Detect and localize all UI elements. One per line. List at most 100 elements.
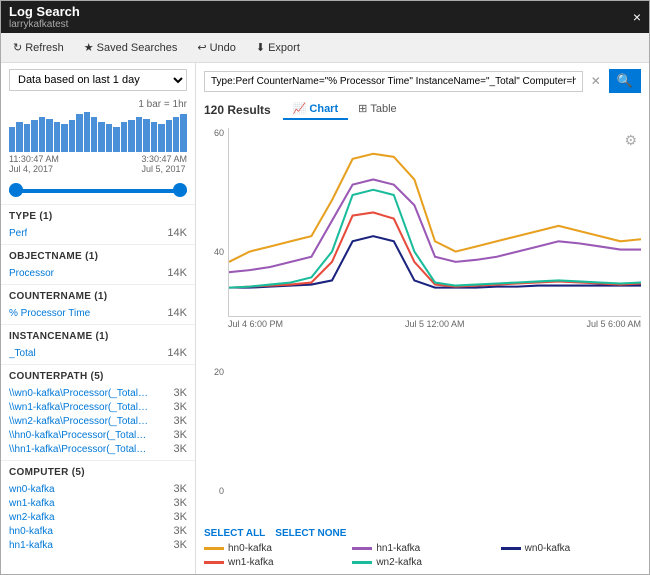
histogram-bar <box>128 120 134 152</box>
facet-name: Perf <box>9 228 27 239</box>
facet-title: TYPE (1) <box>9 211 187 222</box>
saved-searches-button[interactable]: ★ Saved Searches <box>80 39 182 56</box>
facet-title: OBJECTNAME (1) <box>9 251 187 262</box>
legend-controls: SELECT ALL SELECT NONE <box>204 528 641 539</box>
histogram-bar <box>24 124 30 152</box>
histogram-bar <box>158 124 164 152</box>
x-label-1: Jul 4 6:00 PM <box>228 319 283 329</box>
histogram-bar <box>84 112 90 152</box>
refresh-icon: ↻ <box>13 41 22 54</box>
histogram-bar <box>61 124 67 152</box>
y-axis-labels: 60 40 20 0 <box>204 128 224 500</box>
search-bar: ✕ 🔍 <box>204 69 641 93</box>
tab-chart[interactable]: 📈 Chart <box>283 99 348 120</box>
histogram-bar <box>39 117 45 152</box>
facet-count: 3K <box>174 429 187 441</box>
search-button[interactable]: 🔍 <box>609 69 641 93</box>
close-button[interactable]: × <box>633 9 641 25</box>
select-none-button[interactable]: SELECT NONE <box>275 528 346 539</box>
facet-name: \\hn1-kafka\Processor(_Total)\% Processo… <box>9 444 149 455</box>
title-bar: Log Search larrykafkatest × <box>1 1 649 33</box>
histogram-bar <box>136 117 142 152</box>
facet-row[interactable]: \\wn1-kafka\Processor(_Total)\% Processo… <box>9 400 187 414</box>
facet-row[interactable]: % Processor Time14K <box>9 306 187 320</box>
facet-count: 3K <box>174 525 187 537</box>
facet-count: 3K <box>174 401 187 413</box>
slider-handle-left[interactable] <box>9 183 23 197</box>
time-filter[interactable]: Data based on last 1 day <box>9 69 187 91</box>
time-slider[interactable] <box>9 182 187 200</box>
search-input[interactable] <box>204 71 583 92</box>
legend-item-label: wn1-kafka <box>228 557 274 568</box>
facet-row[interactable]: \\wn0-kafka\Processor(_Total)\% Processo… <box>9 386 187 400</box>
facet-row[interactable]: Processor14K <box>9 266 187 280</box>
histogram-bar <box>9 127 15 152</box>
facet-count: 3K <box>174 443 187 455</box>
histogram-bar <box>46 119 52 152</box>
undo-button[interactable]: ↩ Undo <box>193 39 240 56</box>
histogram-bar <box>173 117 179 152</box>
histogram-bar <box>143 119 149 152</box>
histogram-bar <box>16 122 22 152</box>
facet-count: 3K <box>174 415 187 427</box>
histogram-bar <box>151 122 157 152</box>
time-filter-select[interactable]: Data based on last 1 day <box>9 69 187 91</box>
table-icon: ⊞ <box>358 102 367 115</box>
legend-color-swatch <box>501 547 521 550</box>
tab-table[interactable]: ⊞ Table <box>348 99 407 120</box>
histogram-bar <box>121 122 127 152</box>
facets-container: TYPE (1)Perf14KOBJECTNAME (1)Processor14… <box>1 204 195 556</box>
facet-row[interactable]: _Total14K <box>9 346 187 360</box>
facet-title: COMPUTER (5) <box>9 467 187 478</box>
facet-name: Processor <box>9 268 54 279</box>
facet-count: 14K <box>167 227 187 239</box>
histogram-bar <box>98 122 104 152</box>
legend-color-swatch <box>204 561 224 564</box>
facet-title: COUNTERPATH (5) <box>9 371 187 382</box>
date-end: 3:30:47 AMJul 5, 2017 <box>141 154 187 174</box>
facet-name: wn0-kafka <box>9 484 55 495</box>
facet-count: 3K <box>174 387 187 399</box>
slider-handle-right[interactable] <box>173 183 187 197</box>
legend-item[interactable]: hn0-kafka <box>204 543 344 554</box>
facet-row[interactable]: Perf 14K <box>9 226 187 240</box>
facet-row[interactable]: wn1-kafka3K <box>9 496 187 510</box>
facet-section: COUNTERNAME (1)% Processor Time14K <box>1 284 195 324</box>
facet-section: INSTANCENAME (1)_Total14K <box>1 324 195 364</box>
facet-count: 14K <box>167 307 187 319</box>
facet-row[interactable]: \\hn0-kafka\Processor(_Total)\% Processo… <box>9 428 187 442</box>
histogram-bar <box>31 120 37 152</box>
y-label-0: 0 <box>204 486 224 496</box>
x-label-3: Jul 5 6:00 AM <box>586 319 641 329</box>
facet-name: \\hn0-kafka\Processor(_Total)\% Processo… <box>9 430 149 441</box>
legend-color-swatch <box>352 547 372 550</box>
facet-section: COUNTERPATH (5) \\wn0-kafka\Processor(_To… <box>1 364 195 460</box>
legend-item[interactable]: wn0-kafka <box>501 543 641 554</box>
view-tabs: 📈 Chart ⊞ Table <box>283 99 407 120</box>
chart-icon: 📈 <box>293 102 307 115</box>
clear-search-button[interactable]: ✕ <box>587 74 605 88</box>
chart-settings-button[interactable]: ⚙ <box>624 132 637 149</box>
facet-row[interactable]: hn1-kafka3K <box>9 538 187 552</box>
legend-item-label: wn0-kafka <box>525 543 571 554</box>
results-count: 120 Results <box>204 103 271 117</box>
facet-row[interactable]: hn0-kafka3K <box>9 524 187 538</box>
histogram-bar <box>54 122 60 152</box>
legend-item[interactable]: wn2-kafka <box>352 557 492 568</box>
export-button[interactable]: ⬇ Export <box>252 39 304 56</box>
date-start: 11:30:47 AMJul 4, 2017 <box>9 154 59 174</box>
legend-item[interactable]: hn1-kafka <box>352 543 492 554</box>
facet-row[interactable]: \\hn1-kafka\Processor(_Total)\% Processo… <box>9 442 187 456</box>
results-header: 120 Results 📈 Chart ⊞ Table <box>196 97 649 124</box>
select-all-button[interactable]: SELECT ALL <box>204 528 265 539</box>
facet-row[interactable]: wn0-kafka3K <box>9 482 187 496</box>
legend-item-label: hn1-kafka <box>376 543 420 554</box>
toolbar: ↻ Refresh ★ Saved Searches ↩ Undo ⬇ Expo… <box>1 33 649 63</box>
main-window: Log Search larrykafkatest × ↻ Refresh ★ … <box>0 0 650 575</box>
refresh-button[interactable]: ↻ Refresh <box>9 39 68 56</box>
facet-row[interactable]: wn2-kafka3K <box>9 510 187 524</box>
facet-row[interactable]: \\wn2-kafka\Processor(_Total)\% Processo… <box>9 414 187 428</box>
legend-item[interactable]: wn1-kafka <box>204 557 344 568</box>
histogram-bars <box>9 112 187 152</box>
facet-name: \\wn1-kafka\Processor(_Total)\% Processo… <box>9 402 149 413</box>
